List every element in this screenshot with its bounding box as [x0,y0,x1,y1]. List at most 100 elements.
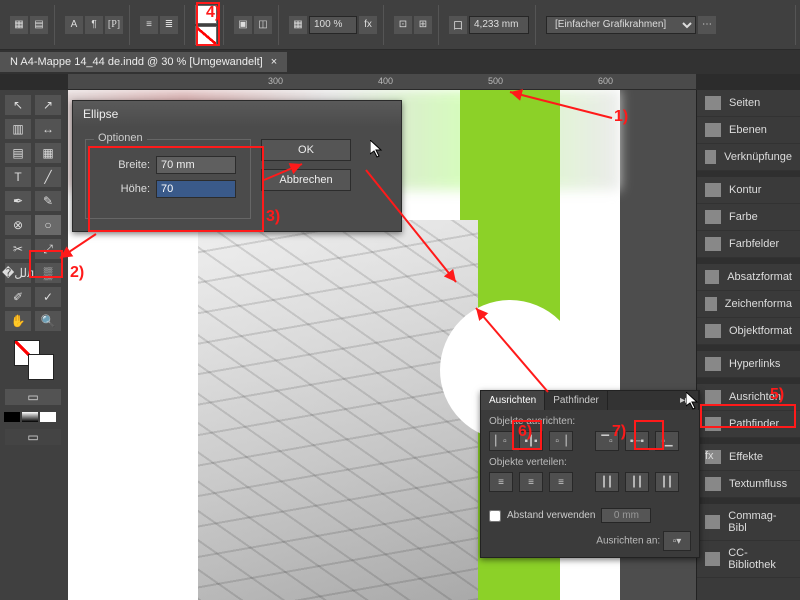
apply-mode[interactable]: ▭ [4,388,62,406]
dock-item-ausrichten[interactable]: Ausrichten [697,384,800,411]
fill-swatch[interactable] [195,5,217,24]
control-panel: ▦ ▤ A ¶ [P] ≡ ≣ ▣ ◫ ▦ fx ⊡ ⊞ 口 [Einfache… [0,0,800,50]
text-wrap-icon[interactable]: ▣ [234,16,252,34]
page-tool[interactable]: ▥ [4,118,32,140]
object-style-dropdown[interactable]: [Einfacher Grafikrahmen] [546,16,696,34]
tools-panel: ↖↗ ▥↔ ▤▦ T╱ ✒✎ ⊗○ ✂⤢ �للл▒ ✐✓ ✋🔍 ▭ ▭ [0,90,68,600]
bridge-icon[interactable]: ▦ [10,16,28,34]
tab-ausrichten[interactable]: Ausrichten [481,391,545,410]
baseline-icon[interactable]: ≣ [160,16,178,34]
content-collector-tool[interactable]: ▤ [4,142,32,164]
scissors-tool[interactable]: ✂ [4,238,32,260]
dist-top-button[interactable]: ≡ [489,472,513,492]
dock-item-links[interactable]: Verknüpfunge [697,144,800,171]
ellipse-tool[interactable]: ○ [34,214,62,236]
document-tab-title: N A4-Mappe 14_44 de.indd @ 30 % [Umgewan… [10,56,263,68]
dock-item-objekt[interactable]: Objektformat [697,318,800,345]
dock-label: Ebenen [729,124,767,136]
spacing-input[interactable] [601,508,651,523]
dock-label: Verknüpfunge [724,151,792,163]
dist-hcenter-button[interactable]: ┃┃ [625,472,649,492]
effects-icon: fx [705,450,721,464]
pen-tool[interactable]: ✒ [4,190,32,212]
fill-stroke-proxy[interactable] [14,340,54,380]
fit-content-icon[interactable]: ⊞ [414,16,432,34]
dist-right-button[interactable]: ┃┃ [655,472,679,492]
zoom-tool[interactable]: 🔍 [34,310,62,332]
zoom-input[interactable] [309,16,357,34]
width-input[interactable] [156,156,236,174]
panel-flyout-icon[interactable]: ▸▸ [672,391,699,410]
height-input[interactable] [156,180,236,198]
dock-item-farbe[interactable]: Farbe [697,204,800,231]
ok-button[interactable]: OK [261,139,351,161]
document-tab[interactable]: N A4-Mappe 14_44 de.indd @ 30 % [Umgewan… [0,52,287,72]
selection-tool[interactable]: ↖ [4,94,32,116]
align-to-dropdown[interactable]: ▫▾ [663,531,691,551]
fit-frame-icon[interactable]: ⊡ [394,16,412,34]
gap-tool[interactable]: ↔ [34,118,62,140]
hand-tool[interactable]: ✋ [4,310,32,332]
rectangle-frame-tool[interactable]: ⊗ [4,214,32,236]
pages-icon [705,96,721,110]
align-vcenter-button[interactable]: ▪─▪ [625,431,649,451]
stock-icon[interactable]: ▤ [30,16,48,34]
align-bottom-button[interactable]: ▫▁ [655,431,679,451]
fx-icon[interactable]: fx [359,16,377,34]
pencil-tool[interactable]: ✎ [34,190,62,212]
screen-mode[interactable]: ▭ [4,428,62,446]
dock-item-hyperlinks[interactable]: Hyperlinks [697,351,800,378]
align-hcenter-button[interactable]: ▪┃▪ [519,431,543,451]
para-panel-icon[interactable]: ¶ [85,16,103,34]
align-right-button[interactable]: ▫▕ [549,431,573,451]
para-style-placeholder-icon[interactable]: [P] [105,16,123,34]
line-tool[interactable]: ╱ [34,166,62,188]
gradient-feather-tool[interactable]: ▒ [34,262,62,284]
corner-icon[interactable]: ◫ [254,16,272,34]
dock-item-pathfinder[interactable]: Pathfinder [697,411,800,438]
eyedropper-tool[interactable]: ✓ [34,286,62,308]
dock-item-kontur[interactable]: Kontur [697,177,800,204]
content-placer-tool[interactable]: ▦ [34,142,62,164]
cancel-button[interactable]: Abbrechen [261,169,351,191]
align-left-button[interactable]: ▏▫ [489,431,513,451]
use-spacing-checkbox[interactable] [489,510,501,522]
dist-left-button[interactable]: ┃┃ [595,472,619,492]
dock-item-textumfluss[interactable]: Textumfluss [697,471,800,498]
mode-swatch[interactable] [40,412,56,422]
close-icon[interactable]: × [271,56,277,68]
stroke-weight-icon[interactable]: 口 [449,16,467,34]
dock-item-seiten[interactable]: Seiten [697,90,800,117]
char-panel-icon[interactable]: A [65,16,83,34]
stroke-weight-input[interactable] [469,16,529,34]
free-transform-tool[interactable]: ⤢ [34,238,62,260]
dock-item-effekte[interactable]: fxEffekte [697,444,800,471]
dock-item-zeichen[interactable]: Zeichenforma [697,291,800,318]
library-icon [705,515,720,529]
dock-item-absatz[interactable]: Absatzformat [697,264,800,291]
mode-swatch[interactable] [4,412,20,422]
more-icon[interactable]: ⋯ [698,16,716,34]
stroke-icon [705,183,721,197]
ruler-tick: 500 [488,76,503,86]
mode-swatch[interactable] [22,412,38,422]
align-top-button[interactable]: ▔▫ [595,431,619,451]
note-tool[interactable]: ✐ [4,286,32,308]
gradient-swatch-tool[interactable]: �للл [4,262,32,284]
dock-item-cclib[interactable]: CC-Bibliothek [697,541,800,578]
stroke-swatch[interactable] [195,26,217,45]
ruler-tick: 600 [598,76,613,86]
opacity-icon[interactable]: ▦ [289,16,307,34]
dist-bottom-button[interactable]: ≡ [549,472,573,492]
align-grid-icon[interactable]: ≡ [140,16,158,34]
dock-label: Hyperlinks [729,358,780,370]
dock-item-farbfelder[interactable]: Farbfelder [697,231,800,258]
tab-pathfinder[interactable]: Pathfinder [545,391,608,410]
dock-item-ebenen[interactable]: Ebenen [697,117,800,144]
type-tool[interactable]: T [4,166,32,188]
direct-selection-tool[interactable]: ↗ [34,94,62,116]
dock-label: Objektformat [729,325,792,337]
dist-vcenter-button[interactable]: ≡ [519,472,543,492]
dock-item-commag[interactable]: Commag-Bibl [697,504,800,541]
dock-label: Pathfinder [729,418,779,430]
